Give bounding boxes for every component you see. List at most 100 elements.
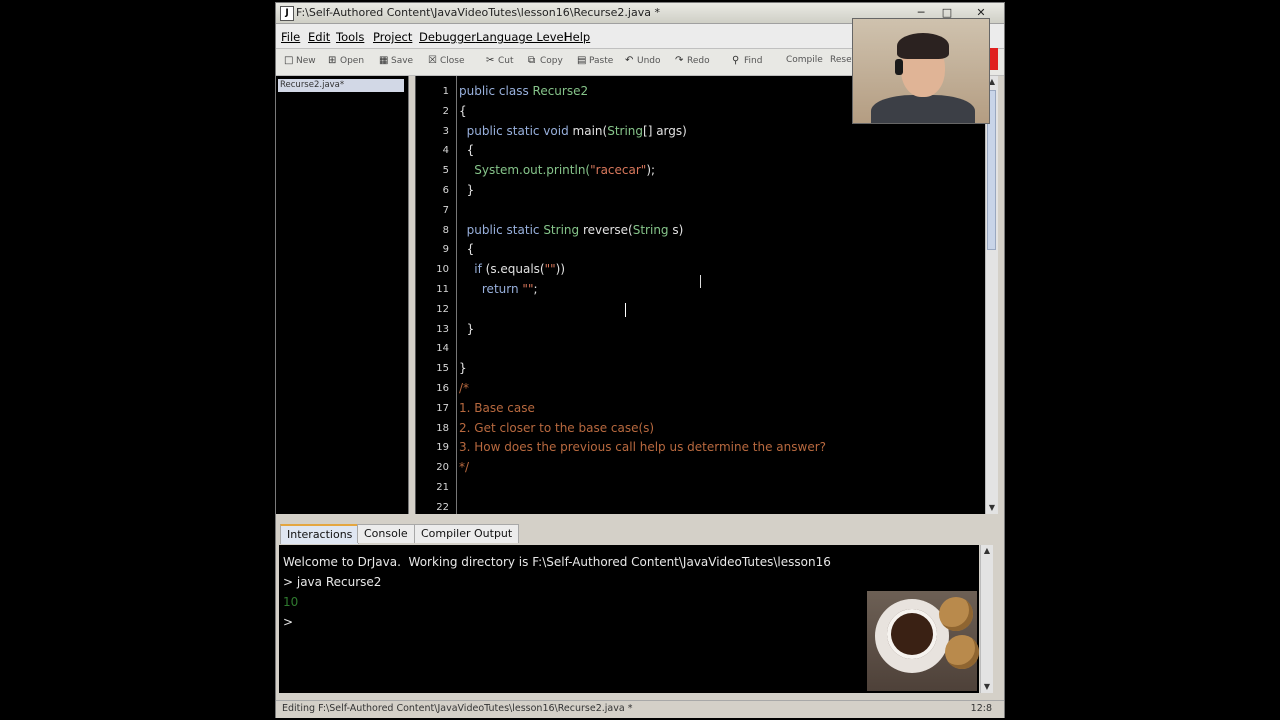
cookie-shape	[945, 635, 979, 669]
scroll-down-icon[interactable]: ▼	[981, 681, 993, 693]
code-token: public static void	[459, 123, 573, 138]
find-button[interactable]: ⚲ Find	[732, 55, 762, 66]
line-number: 15	[436, 363, 449, 375]
menu-project[interactable]: Project	[373, 30, 412, 44]
copy-button[interactable]: ⧉ Copy	[528, 55, 563, 66]
horizontal-splitter[interactable]	[276, 514, 1004, 520]
text-caret	[625, 303, 626, 317]
paste-button[interactable]: ▤ Paste	[577, 55, 613, 66]
code-line[interactable]: 2. Get closer to the base case(s)	[459, 421, 654, 435]
code-line[interactable]: if (s.equals(""))	[459, 262, 565, 276]
code-line[interactable]: {	[459, 242, 475, 256]
paste-icon: ▤	[577, 55, 587, 66]
interactions-pane[interactable]: Welcome to DrJava. Working directory is …	[279, 545, 979, 693]
code-token: {	[459, 103, 467, 118]
code-token: Recurse2	[532, 84, 589, 98]
line-number: 19	[436, 442, 449, 454]
scroll-down-icon[interactable]: ▼	[986, 502, 998, 514]
new-label: New	[296, 56, 316, 66]
code-line[interactable]: */	[459, 460, 469, 474]
console-output-line: 10	[283, 595, 299, 609]
copy-label: Copy	[540, 56, 563, 66]
menu-file[interactable]: File	[281, 30, 300, 44]
console-scrollbar[interactable]: ▲ ▼	[980, 545, 993, 693]
code-token: }	[459, 361, 467, 376]
cut-icon: ✂	[486, 55, 495, 66]
scroll-up-icon[interactable]: ▲	[981, 545, 993, 557]
mouse-ibeam-cursor	[700, 275, 701, 288]
save-label: Save	[391, 56, 414, 66]
cursor-position: 12:8	[970, 703, 992, 714]
code-token: reverse(	[579, 222, 633, 237]
code-token: );	[646, 163, 656, 178]
tab-console[interactable]: Console	[357, 524, 415, 543]
new-button[interactable]: □ New	[284, 55, 316, 66]
code-line[interactable]: public static String reverse(String s)	[459, 222, 684, 237]
code-line[interactable]: return "";	[459, 282, 538, 296]
line-number: 12	[436, 303, 449, 315]
code-line[interactable]: /*	[459, 381, 469, 395]
code-line[interactable]: public static void main(String[] args)	[459, 124, 687, 138]
close-file-button[interactable]: ☒ Close	[428, 55, 465, 66]
code-line[interactable]: 3. How does the previous call help us de…	[459, 440, 826, 454]
cookie-shape	[939, 597, 973, 631]
line-number: 4	[442, 145, 449, 157]
undo-button[interactable]: ↶ Undo	[625, 55, 661, 66]
line-number: 6	[442, 185, 449, 196]
redo-button[interactable]: ↷ Redo	[675, 55, 710, 66]
code-token: String	[632, 222, 669, 237]
window-title: F:\Self-Authored Content\JavaVideoTutes\…	[296, 6, 660, 19]
code-token: 3. How does the previous call help us de…	[459, 440, 827, 455]
line-number: 16	[436, 383, 449, 394]
code-line[interactable]: System.out.println("racecar");	[459, 163, 655, 177]
line-number: 18	[436, 422, 449, 434]
close-file-label: Close	[440, 56, 465, 66]
tab-compiler-output[interactable]: Compiler Output	[414, 524, 520, 543]
tab-interactions[interactable]: Interactions	[280, 524, 360, 544]
code-token: ))	[555, 262, 566, 277]
menu-language-level[interactable]: Language Level	[476, 30, 567, 44]
code-line[interactable]: public class Recurse2	[459, 84, 588, 98]
compile-button[interactable]: Compile	[786, 55, 823, 65]
redo-icon: ↷	[675, 55, 684, 66]
person-hair	[897, 33, 949, 59]
code-token: ""	[544, 262, 556, 277]
code-line[interactable]: {	[459, 104, 467, 118]
java-app-icon: J	[280, 6, 294, 21]
line-number: 17	[436, 402, 449, 414]
line-number: 2	[442, 105, 449, 117]
code-line[interactable]: 1. Base case	[459, 401, 535, 415]
line-number: 14	[436, 343, 449, 355]
code-line[interactable]: }	[459, 322, 475, 336]
document-list: Recurse2.java*	[276, 76, 409, 518]
webcam-overlay	[852, 18, 990, 124]
menu-tools[interactable]: Tools	[336, 30, 364, 44]
copy-icon: ⧉	[528, 55, 536, 66]
menu-edit[interactable]: Edit	[308, 30, 330, 44]
code-line[interactable]: }	[459, 183, 475, 197]
code-line[interactable]: {	[459, 143, 475, 158]
cut-button[interactable]: ✂ Cut	[486, 55, 514, 66]
status-text: Editing F:\Self-Authored Content\JavaVid…	[282, 703, 633, 714]
menu-help[interactable]: Help	[564, 30, 590, 44]
document-item[interactable]: Recurse2.java*	[278, 79, 404, 92]
console-prompt[interactable]: >	[283, 615, 293, 629]
line-number: 20	[436, 462, 449, 474]
code-line[interactable]: }	[459, 361, 467, 375]
line-number-gutter: 1 2 3 4 5 6 7 8 9 10 11 12 13 14 15 16 17 18 19 20 21 22	[416, 76, 457, 514]
code-token: {	[459, 143, 475, 158]
editor-scrollbar[interactable]: ▲ ▼	[985, 76, 998, 514]
open-button[interactable]: ⊞ Open	[328, 55, 364, 66]
console-line: Welcome to DrJava. Working directory is …	[283, 555, 831, 569]
coffee-shape	[887, 609, 937, 659]
code-token: 2. Get closer to the base case(s)	[459, 420, 655, 435]
menu-debugger[interactable]: Debugger	[419, 30, 476, 44]
code-editor[interactable]: 1 2 3 4 5 6 7 8 9 10 11 12 13 14 15 16 17 18 19 20 21 22 publ…	[415, 76, 985, 514]
close-file-icon: ☒	[428, 55, 437, 66]
code-token: String	[607, 123, 644, 138]
save-button[interactable]: ▦ Save	[379, 55, 413, 66]
vertical-splitter[interactable]	[409, 76, 414, 518]
status-bar: Editing F:\Self-Authored Content\JavaVid…	[276, 700, 1004, 718]
